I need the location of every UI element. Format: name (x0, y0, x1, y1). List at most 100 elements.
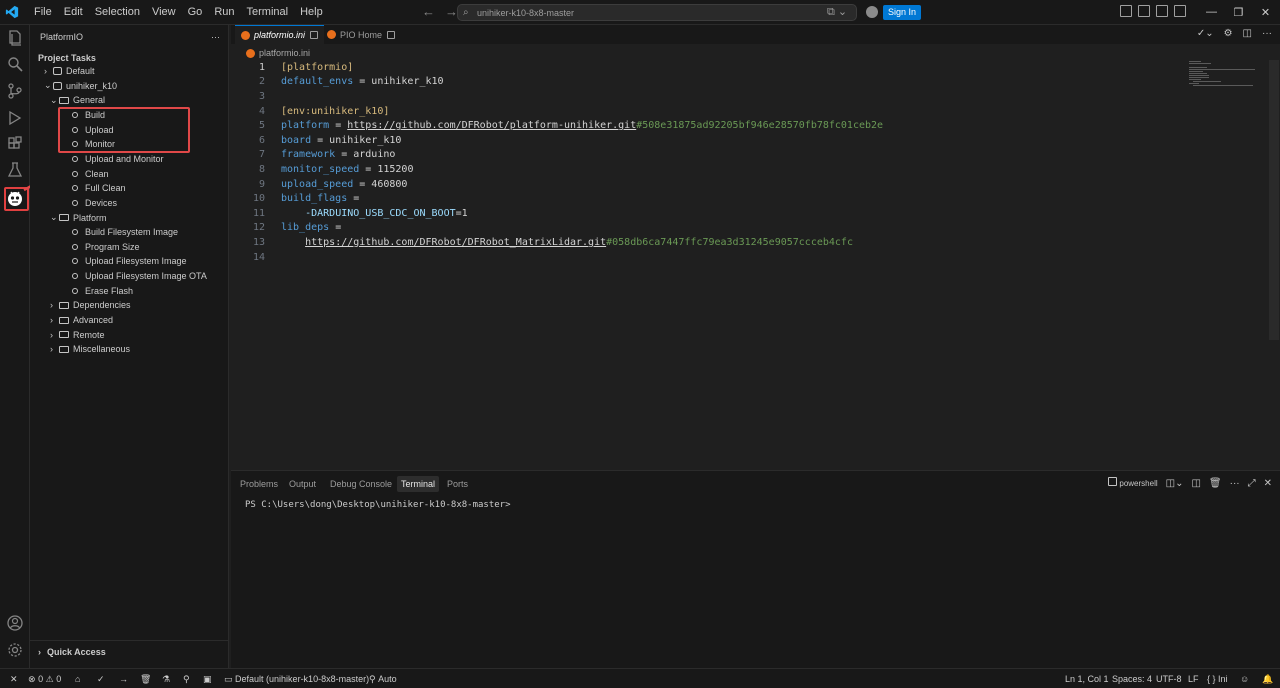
menu-terminal[interactable]: Terminal (241, 0, 295, 24)
account-globe-icon[interactable] (866, 6, 878, 18)
layout-customize-icon[interactable] (1120, 5, 1132, 17)
menu-edit[interactable]: Edit (58, 0, 89, 24)
panel-tab-terminal[interactable]: Terminal (397, 476, 440, 492)
task-build-filesystem-image[interactable]: Build Filesystem Image (72, 225, 178, 239)
folder-platform[interactable]: ⌄ Platform (50, 211, 107, 225)
folder-miscellaneous[interactable]: › Miscellaneous (50, 342, 130, 356)
notifications-bell-icon[interactable]: 🔔 (1262, 669, 1273, 688)
new-terminal-icon[interactable]: ◫⌄ (1166, 478, 1184, 489)
toggle-secondary-sidebar-icon[interactable] (1174, 5, 1186, 17)
pio-build-icon[interactable]: ✓ (97, 669, 105, 688)
menu-help[interactable]: Help (294, 0, 329, 24)
check-icon[interactable]: ✓⌄ (1197, 28, 1214, 39)
menu-go[interactable]: Go (182, 0, 209, 24)
sign-in-button[interactable]: Sign In (883, 5, 922, 20)
back-arrow-icon[interactable]: ← (422, 4, 435, 19)
editor-scrollbar[interactable] (1269, 60, 1279, 340)
pio-env-switcher[interactable]: ▭ Default (unihiker-k10-8x8-master) (224, 669, 369, 688)
menu-view[interactable]: View (146, 0, 182, 24)
restore-icon[interactable]: ❐ (1225, 0, 1252, 24)
pio-upload-icon[interactable]: → (119, 669, 128, 688)
pio-clean-icon[interactable]: 🗑 (140, 669, 151, 688)
trash-icon[interactable]: 🗑 (1209, 478, 1222, 489)
extensions-icon[interactable] (0, 131, 30, 157)
folder-general[interactable]: ⌄ General (50, 93, 105, 107)
copilot-status-icon[interactable]: ☺ (1240, 669, 1249, 688)
cursor-position[interactable]: Ln 1, Col 1 (1065, 669, 1109, 688)
folder-advanced[interactable]: › Advanced (50, 313, 113, 327)
task-full-clean[interactable]: Full Clean (72, 181, 126, 195)
panel-tab-ports[interactable]: Ports (443, 476, 472, 492)
code-line[interactable]: 8 monitor_speed = 115200 (231, 162, 414, 177)
more-actions-icon[interactable]: ··· (211, 32, 220, 42)
maximize-panel-icon[interactable]: ⤢ (1248, 478, 1256, 489)
code-line[interactable]: 4 [env:unihiker_k10] (231, 104, 389, 119)
task-upload-filesystem-image[interactable]: Upload Filesystem Image (72, 254, 187, 268)
code-line[interactable]: 9 upload_speed = 460800 (231, 177, 407, 192)
pio-port-switcher[interactable]: ⚲ Auto (369, 669, 397, 688)
toggle-sidebar-icon[interactable] (1138, 5, 1150, 17)
panel-tab-output[interactable]: Output (285, 476, 320, 492)
code-line[interactable]: 11 -DARDUINO_USB_CDC_ON_BOOT=1 (231, 206, 468, 221)
code-line[interactable]: 10 build_flags = (231, 191, 359, 206)
testing-flask-icon[interactable] (0, 157, 30, 183)
split-terminal-icon[interactable]: ◫ (1191, 478, 1200, 489)
code-line[interactable]: 1 [platformio] (231, 60, 353, 75)
task-upload-filesystem-image-ota[interactable]: Upload Filesystem Image OTA (72, 269, 207, 283)
pio-terminal-icon[interactable]: ▣ (203, 669, 212, 688)
token-link[interactable]: https://github.com/DFRobot/platform-unih… (347, 120, 636, 131)
code-line[interactable]: 5 platform = https://github.com/DFRobot/p… (231, 118, 883, 133)
project-unihiker-k10[interactable]: ⌄ unihiker_k10 (44, 79, 117, 93)
encoding[interactable]: UTF-8 (1156, 669, 1182, 688)
indentation[interactable]: Spaces: 4 (1112, 669, 1152, 688)
code-line[interactable]: 3 (231, 89, 281, 104)
minimize-icon[interactable]: — (1198, 0, 1225, 24)
settings-gear-icon[interactable] (0, 637, 30, 663)
close-tab-icon[interactable] (387, 30, 396, 39)
code-line[interactable]: 6 board = unihiker_k10 (231, 133, 401, 148)
close-panel-icon[interactable]: ✕ (1264, 478, 1272, 489)
code-line[interactable]: 7 framework = arduino (231, 148, 395, 163)
language-mode[interactable]: { } Ini (1207, 669, 1228, 688)
terminal-instance[interactable]: powershell (1107, 477, 1158, 489)
source-control-icon[interactable] (0, 78, 30, 104)
code-line[interactable]: 13 https://github.com/DFRobot/DFRobot_Ma… (231, 235, 853, 250)
minimap[interactable] (1189, 60, 1259, 90)
pio-home-icon[interactable]: ⌂ (75, 669, 80, 688)
explorer-icon[interactable] (0, 25, 30, 51)
code-line[interactable]: 14 (231, 250, 281, 265)
task-clean[interactable]: Clean (72, 167, 109, 181)
close-window-icon[interactable]: ✕ (1252, 0, 1279, 24)
account-icon[interactable] (0, 610, 30, 636)
pio-monitor-icon[interactable]: ⚲ (183, 669, 190, 688)
tab-platformio-ini[interactable]: platformio.ini (235, 25, 325, 44)
run-debug-icon[interactable] (0, 105, 30, 131)
more-actions-icon[interactable]: ··· (1262, 28, 1272, 39)
menu-run[interactable]: Run (208, 0, 240, 24)
folder-dependencies[interactable]: › Dependencies (50, 298, 131, 312)
close-tab-icon[interactable] (310, 31, 319, 39)
task-erase-flash[interactable]: Erase Flash (72, 284, 133, 298)
search-icon[interactable] (0, 51, 30, 77)
code-editor[interactable]: 1 [platformio] 2 default_envs = unihiker_k1… (231, 60, 1280, 468)
folder-remote[interactable]: › Remote (50, 328, 105, 342)
project-default[interactable]: › Default (44, 64, 95, 78)
terminal-prompt[interactable]: PS C:\Users\dong\Desktop\unihiker-k10-8x… (245, 500, 511, 510)
code-line[interactable]: 2 default_envs = unihiker_k10 (231, 75, 444, 90)
panel-tab-problems[interactable]: Problems (236, 476, 282, 492)
tab-pio-home[interactable]: PIO Home (321, 25, 401, 44)
panel-tab-debug-console[interactable]: Debug Console (326, 476, 396, 492)
token-link[interactable]: https://github.com/DFRobot/DFRobot_Matri… (305, 237, 606, 248)
remote-icon[interactable]: ✕ (10, 669, 18, 688)
pio-home-icon[interactable]: ⚙ (1224, 28, 1233, 39)
quick-access-section[interactable]: › Quick Access (30, 640, 228, 662)
copilot-icon[interactable]: ⧉ ⌄ (827, 5, 847, 19)
task-program-size[interactable]: Program Size (72, 240, 140, 254)
breadcrumb[interactable]: platformio.ini (246, 46, 310, 60)
toggle-panel-icon[interactable] (1156, 5, 1168, 17)
code-line[interactable]: 12 lib_deps = (231, 221, 341, 236)
more-actions-icon[interactable]: ··· (1230, 478, 1240, 489)
problems-status[interactable]: ⊗ 0 ⚠ 0 (28, 669, 61, 688)
task-upload-and-monitor[interactable]: Upload and Monitor (72, 152, 164, 166)
end-of-line[interactable]: LF (1188, 669, 1199, 688)
